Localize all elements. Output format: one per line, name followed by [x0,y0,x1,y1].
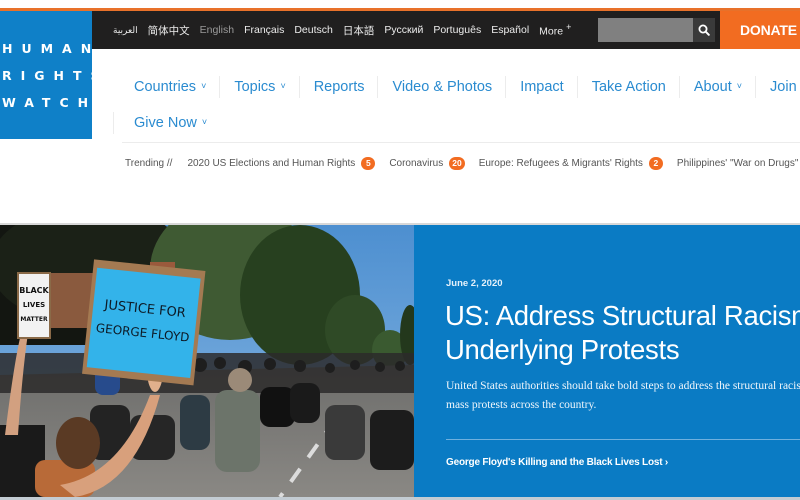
lang-russian[interactable]: Русский [384,24,423,36]
nav-give-now[interactable]: Give Now ˅ [113,112,220,134]
story-title-link[interactable]: US: Address Structural Racism Underlying… [445,299,800,367]
trending-item-label: Philippines' "War on Drugs" [676,157,799,169]
logo-line-human: HUMAN [2,41,101,56]
lang-portuguese[interactable]: Português [433,24,481,36]
lang-spanish[interactable]: Español [491,24,529,36]
nav-countries[interactable]: Countries ˅ [92,76,219,98]
lang-french[interactable]: Français [244,24,284,36]
nav-give-now-label: Give Now [134,115,197,131]
chevron-down-icon: ˅ [280,81,286,91]
svg-text:LIVES: LIVES [23,301,45,309]
sign-justice-for-george-floyd: JUSTICE FOR GEORGE FLOYD [82,259,206,386]
trending-label: Trending // [125,157,173,169]
nav-row-1: Countries ˅ Topics ˅ Reports Video & Photo… [92,69,800,105]
story-divider [446,439,800,440]
trending-bar: Trending // 2020 US Elections and Human … [125,153,800,173]
lang-chinese[interactable]: 简体中文 [148,23,190,38]
lang-german[interactable]: Deutsch [294,24,333,36]
search-icon [698,24,710,36]
nav-topics[interactable]: Topics ˅ [219,76,298,98]
nav-join-us[interactable]: Join Us˅ [755,76,800,98]
plus-icon: + [566,22,572,33]
svg-text:MATTER: MATTER [20,316,48,323]
trending-item[interactable]: Coronavirus 20 [389,156,465,170]
related-story-link[interactable]: George Floyd's Killing and the Black Liv… [446,457,668,468]
main-navigation: Countries ˅ Topics ˅ Reports Video & Photo… [92,49,800,141]
nav-about[interactable]: About ˅ [678,76,755,98]
hrw-logo[interactable]: HUMAN RIGHTS WATCH [0,11,100,139]
nav-video-photos-label: Video & Photos [392,79,493,95]
nav-take-action-label: Take Action [591,79,666,95]
lang-arabic[interactable]: العربية [113,25,138,36]
chevron-down-icon: ˅ [201,117,208,127]
donate-button[interactable]: DONATE NOW [720,11,800,49]
trending-item[interactable]: Philippines' "War on Drugs"1 [677,157,800,170]
search-input[interactable] [598,18,693,42]
chevron-down-icon: ˅ [736,81,743,91]
nav-video-photos[interactable]: Video & Photos [377,76,505,98]
protest-photo-illustration: BLACK LIVES MATTER JUSTICE FOR GEORGE FL… [0,225,414,497]
hero-photo[interactable]: BLACK LIVES MATTER JUSTICE FOR GEORGE FL… [0,225,414,497]
language-list: العربية 简体中文 English Français Deutsch 日本… [113,11,581,49]
nav-divider [122,142,800,143]
count-badge: 2 [648,156,663,170]
nav-impact[interactable]: Impact [505,76,577,98]
trending-item-label: 2020 US Elections and Human Rights [187,157,356,169]
svg-text:BLACK: BLACK [19,286,49,295]
logo-line-watch: WATCH [2,95,98,110]
nav-reports[interactable]: Reports [298,76,378,98]
lang-english[interactable]: English [200,24,234,36]
trending-item-label: Europe: Refugees & Migrants' Rights [478,157,643,169]
story-date: June 2, 2020 [446,278,503,289]
nav-row-2: Give Now ˅ [92,105,220,141]
chevron-down-icon: ˅ [201,81,207,91]
trending-item-label: Coronavirus [389,157,444,169]
nav-take-action[interactable]: Take Action [576,76,679,98]
sign-black-lives-matter: BLACK LIVES MATTER [17,272,51,339]
trending-item[interactable]: 2020 US Elections and Human Rights 5 [187,156,376,170]
trending-item[interactable]: Europe: Refugees & Migrants' Rights 2 [478,156,663,170]
lang-japanese[interactable]: 日本語 [343,23,375,38]
nav-countries-label: Countries [134,79,197,95]
nav-topics-label: Topics [234,79,276,95]
count-badge: 20 [449,156,465,170]
lang-more-label: More [539,25,564,38]
lang-more-button[interactable]: More + [539,22,571,38]
search-button[interactable] [693,18,715,42]
nav-impact-label: Impact [520,79,564,95]
nav-reports-label: Reports [313,79,365,95]
count-badge: 5 [361,156,376,170]
nav-about-label: About [693,79,732,95]
language-bar: العربية 简体中文 English Français Deutsch 日本… [92,11,720,49]
story-description: United States authorities should take bo… [446,380,800,411]
hero-story-panel: June 2, 2020 US: Address Structural Raci… [414,225,800,497]
nav-join-us-label: Join Us [770,79,800,95]
